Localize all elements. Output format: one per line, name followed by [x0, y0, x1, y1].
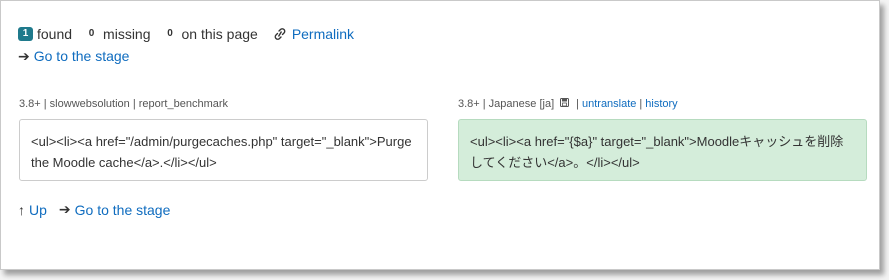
permalink-link[interactable]: Permalink — [272, 26, 354, 42]
missing-count-badge: 0 — [88, 28, 95, 39]
found-count-badge: 1 — [18, 27, 33, 41]
summary-counts: 1 found 0 missing 0 on this page Permali… — [18, 25, 354, 43]
save-icon[interactable] — [560, 98, 570, 110]
summary: 1 found 0 missing 0 on this page Permali… — [18, 25, 354, 65]
meta-separator: | — [576, 98, 579, 110]
translation-panel: 1 found 0 missing 0 on this page Permali… — [0, 0, 880, 270]
onpage-label: on this page — [181, 26, 258, 42]
translation-string-box[interactable]: <ul><li><a href="{$a}" target="_blank">M… — [458, 119, 867, 181]
found-label: found — [37, 26, 73, 42]
up-link[interactable]: Up — [29, 202, 47, 218]
target-meta: 3.8+ | Japanese [ja] | untranslate | his… — [458, 98, 678, 110]
link-icon — [274, 28, 286, 40]
source-string-box: <ul><li><a href="/admin/purgecaches.php"… — [19, 119, 428, 181]
onpage-count-badge: 0 — [167, 28, 173, 39]
meta-separator: | — [639, 98, 643, 110]
up-arrow-icon: ↑ — [18, 201, 25, 218]
untranslate-link[interactable]: untranslate — [582, 98, 636, 110]
missing-label: missing — [103, 26, 151, 42]
goto-stage-top[interactable]: ➔ Go to the stage — [18, 47, 354, 65]
goto-stage-bottom[interactable]: ➔ Go to the stage — [59, 201, 170, 218]
permalink-label: Permalink — [291, 26, 355, 42]
footer-nav: ↑ Up ➔ Go to the stage — [18, 201, 182, 218]
history-link[interactable]: history — [645, 98, 677, 110]
right-arrow-icon: ➔ — [18, 47, 30, 64]
up-nav[interactable]: ↑ Up — [18, 202, 47, 218]
source-meta: 3.8+ | slowwebsolution | report_benchmar… — [19, 98, 229, 110]
right-arrow-icon: ➔ — [58, 201, 71, 217]
goto-stage-link[interactable]: Go to the stage — [34, 48, 130, 64]
goto-stage-link[interactable]: Go to the stage — [75, 202, 171, 218]
target-meta-prefix: 3.8+ | Japanese [ja] — [458, 98, 555, 110]
